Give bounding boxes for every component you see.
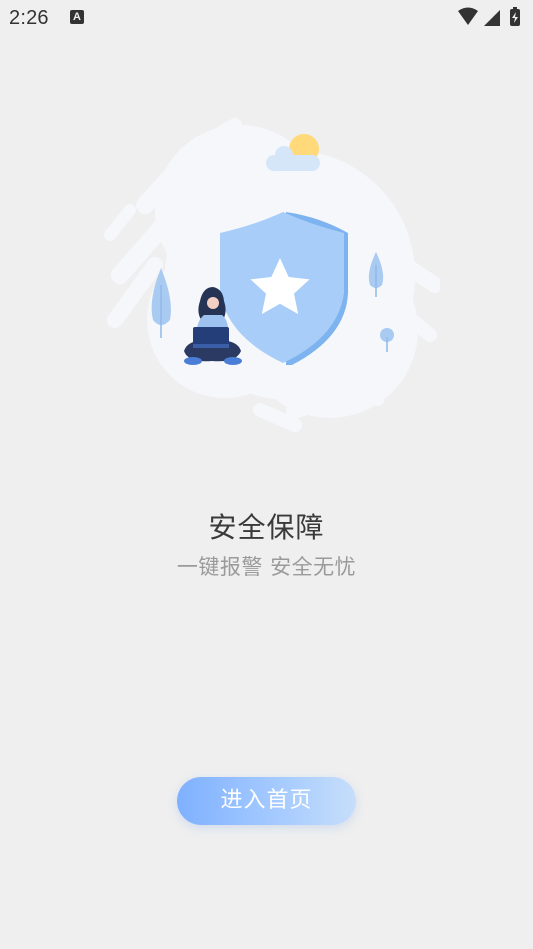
- page-subtitle: 一键报警 安全无忧: [176, 555, 357, 579]
- page-title: 安全保障: [208, 511, 325, 544]
- cellular-signal-icon: [484, 10, 500, 26]
- enter-home-button[interactable]: 进入首页: [177, 777, 356, 825]
- status-bar: 2:26 A: [0, 0, 533, 36]
- wifi-icon: [458, 7, 478, 25]
- battery-icon: [510, 7, 520, 26]
- status-indicators: [458, 7, 520, 26]
- status-time: 2:26: [9, 7, 49, 29]
- security-illustration: [104, 118, 440, 432]
- notification-a-icon: A: [70, 10, 84, 24]
